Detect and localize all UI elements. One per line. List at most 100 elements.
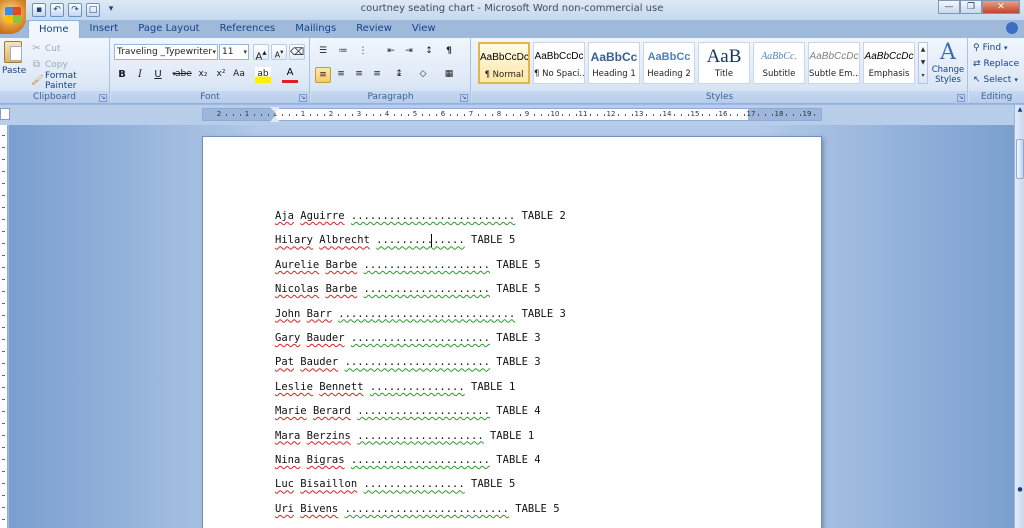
- close-button[interactable]: ✕: [982, 0, 1020, 14]
- format-painter-button[interactable]: 🖌 Format Painter: [31, 71, 109, 91]
- italic-button[interactable]: I: [132, 67, 148, 83]
- superscript-button[interactable]: x²: [213, 67, 229, 83]
- ruler-tick: [562, 114, 563, 116]
- document-line[interactable]: Nina Bigras ...................... TABLE…: [275, 453, 541, 467]
- minimize-button[interactable]: —: [938, 0, 960, 14]
- document-line[interactable]: Nicolas Barbe .................... TABLE…: [275, 282, 541, 296]
- document-line[interactable]: Gary Bauder ...................... TABLE…: [275, 331, 541, 345]
- highlight-icon[interactable]: ab: [255, 67, 271, 83]
- align-center-icon[interactable]: ≡: [333, 67, 349, 83]
- last-name: Bauder: [306, 332, 345, 344]
- tab-page-layout[interactable]: Page Layout: [128, 20, 209, 38]
- cut-button[interactable]: ✂ Cut: [31, 41, 60, 56]
- grow-font-button[interactable]: A▴: [253, 44, 269, 62]
- window-title: courtney seating chart - Microsoft Word …: [360, 3, 664, 14]
- help-icon[interactable]: [1006, 22, 1018, 34]
- style-no-spaci[interactable]: AaBbCcDc ¶ No Spaci...: [533, 42, 585, 84]
- tab-selector[interactable]: [0, 108, 10, 120]
- find-button[interactable]: ⚲ Find ▾: [973, 41, 1008, 55]
- ruler-tick: [394, 114, 395, 116]
- ruler-tick: [793, 114, 794, 116]
- bold-button[interactable]: B: [114, 67, 130, 83]
- style-subtitle[interactable]: AaBbCc. Subtitle: [753, 42, 805, 84]
- show-formatting-button[interactable]: ¶: [441, 44, 457, 60]
- decrease-indent-icon[interactable]: ⇤: [383, 44, 399, 60]
- clear-formatting-icon[interactable]: ⌫: [289, 44, 306, 60]
- document-line[interactable]: Aja Aguirre .......................... T…: [275, 209, 566, 223]
- style-normal[interactable]: AaBbCcDc ¶ Normal: [478, 42, 530, 84]
- increase-indent-icon[interactable]: ⇥: [401, 44, 417, 60]
- browse-object-icon[interactable]: ●: [1016, 485, 1024, 495]
- tab-references[interactable]: References: [210, 20, 286, 38]
- document-page[interactable]: Aja Aguirre .......................... T…: [202, 136, 822, 528]
- font-size-combo[interactable]: 11 ▾: [219, 44, 249, 60]
- ruler-number: 9: [524, 110, 530, 118]
- align-left-icon[interactable]: ≡: [315, 67, 331, 83]
- shrink-font-button[interactable]: A▾: [271, 44, 287, 60]
- justify-icon[interactable]: ≡: [369, 67, 385, 83]
- document-line[interactable]: Pat Bauder ....................... TABLE…: [275, 355, 541, 369]
- replace-button[interactable]: ⇄ Replace: [973, 57, 1019, 71]
- document-line[interactable]: Aurelie Barbe .................... TABLE…: [275, 258, 541, 272]
- style-emphasis[interactable]: AaBbCcDc Emphasis: [863, 42, 915, 84]
- clipboard-launcher-icon[interactable]: ↘: [99, 94, 107, 102]
- ruler-tick: [2, 351, 5, 352]
- ruler-tick: [296, 114, 297, 116]
- paintbrush-icon: 🖌: [31, 75, 44, 86]
- style-title[interactable]: AaB Title: [698, 42, 750, 84]
- tab-mailings[interactable]: Mailings: [285, 20, 346, 38]
- select-button[interactable]: ↖ Select ▾: [973, 73, 1018, 87]
- tab-home[interactable]: Home: [28, 20, 80, 38]
- strikethrough-button[interactable]: abe: [175, 67, 192, 83]
- replace-label: Replace: [983, 59, 1020, 69]
- subscript-button[interactable]: x₂: [195, 67, 211, 83]
- style-sample: AaBbCcDc: [480, 52, 529, 63]
- change-case-button[interactable]: Aa: [231, 67, 247, 83]
- paste-button[interactable]: Paste: [2, 41, 26, 87]
- borders-icon[interactable]: ▦: [441, 67, 457, 83]
- horizontal-ruler[interactable]: 2 1 1 1 2 3 4 5 6 7 8 9 10 11 12 13 14 15 16 17 18 19: [202, 108, 822, 121]
- restore-button[interactable]: ❐: [960, 0, 982, 14]
- style-heading-1[interactable]: AaBbCc Heading 1: [588, 42, 640, 84]
- font-name-combo[interactable]: Traveling _Typewriter ▾: [114, 44, 218, 60]
- tab-review[interactable]: Review: [346, 20, 402, 38]
- line-spacing-icon[interactable]: ↨: [391, 67, 407, 83]
- font-color-button[interactable]: A: [282, 67, 298, 83]
- document-line[interactable]: Hilary Albrecht .............. TABLE 5: [275, 233, 515, 247]
- ruler-tick: [310, 114, 311, 116]
- shading-icon[interactable]: ◇: [415, 67, 431, 83]
- underline-button[interactable]: U: [150, 67, 166, 83]
- bullets-icon[interactable]: ☰: [315, 44, 331, 60]
- text-caret: [431, 234, 432, 247]
- sort-icon[interactable]: ↕: [421, 44, 437, 60]
- align-right-icon[interactable]: ≡: [351, 67, 367, 83]
- vertical-scrollbar[interactable]: ▲ ●: [1014, 105, 1024, 528]
- font-launcher-icon[interactable]: ↘: [299, 94, 307, 102]
- document-line[interactable]: Uri Bivens .......................... TA…: [275, 502, 560, 516]
- paragraph-launcher-icon[interactable]: ↘: [460, 94, 468, 102]
- styles-launcher-icon[interactable]: ↘: [957, 94, 965, 102]
- document-line[interactable]: Luc Bisaillon ................ TABLE 5: [275, 477, 515, 491]
- style-subtle-em[interactable]: AaBbCcDc Subtle Em...: [808, 42, 860, 84]
- style-heading-2[interactable]: AaBbCc Heading 2: [643, 42, 695, 84]
- tab-insert[interactable]: Insert: [80, 20, 129, 38]
- ruler-tick: [485, 114, 486, 116]
- first-name: Marie: [275, 405, 307, 418]
- document-line[interactable]: Mara Berzins .................... TABLE …: [275, 429, 534, 443]
- document-line[interactable]: Leslie Bennett ............... TABLE 1: [275, 380, 515, 394]
- numbering-icon[interactable]: ≔: [335, 44, 351, 60]
- change-styles-button[interactable]: A Change Styles: [930, 41, 966, 89]
- ruler-tick: [597, 114, 598, 116]
- first-name: Luc: [275, 478, 294, 491]
- hanging-indent-marker[interactable]: [270, 116, 280, 122]
- document-line[interactable]: Marie Berard ..................... TABLE…: [275, 404, 541, 418]
- scroll-up-icon[interactable]: ▲: [1016, 105, 1024, 115]
- styles-scroll-buttons[interactable]: ▲ ▼ ▾: [918, 42, 928, 84]
- scrollbar-thumb[interactable]: [1016, 139, 1024, 179]
- office-button[interactable]: [0, 0, 26, 34]
- tab-view[interactable]: View: [402, 20, 446, 38]
- multilevel-list-icon[interactable]: ⋮: [355, 44, 371, 60]
- first-line-indent-marker[interactable]: [270, 107, 280, 113]
- document-line[interactable]: John Barr ............................ T…: [275, 307, 566, 321]
- table-assignment: TABLE 5: [496, 283, 541, 296]
